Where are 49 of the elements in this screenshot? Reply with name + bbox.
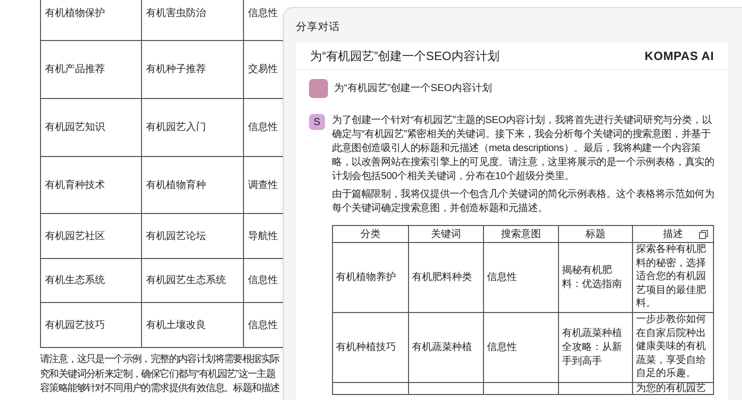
table-cell: 揭秘有机肥料：优选指南	[562, 264, 622, 290]
note-line: 容策略能够针对不同用户的需求提供有效信息。标题和描述	[40, 383, 280, 394]
note-line: 究和关键词分析来定制，确保它们都与“有机园艺”这一主题	[40, 368, 276, 380]
table-cell: 有机园艺生态系统	[146, 275, 226, 286]
table-cell: 信息性	[487, 272, 517, 282]
table-cell: 有机园艺论坛	[146, 230, 206, 242]
table-cell: 有机产品推荐	[45, 64, 105, 75]
table-cell: 有机种子推荐	[146, 64, 206, 75]
table-cell: 信息性	[248, 122, 278, 133]
table-cell: 信息性	[248, 8, 278, 19]
assistant-avatar: S	[309, 114, 325, 130]
column-header: 搜索意图	[501, 228, 541, 240]
table-cell: 信息性	[248, 275, 278, 286]
dialog-title: 分享对话	[296, 21, 340, 33]
table-cell: 有机育种技术	[45, 180, 105, 190]
table-cell: 有机种植技巧	[336, 342, 396, 352]
column-header: 标题	[586, 228, 606, 240]
brand-logo: KOMPAS AI	[644, 48, 714, 65]
table-cell: 有机园艺社区	[45, 230, 105, 242]
table-cell: 有机植物育种	[146, 180, 206, 190]
user-avatar	[309, 79, 328, 98]
table-cell: 有机园艺知识	[45, 122, 105, 133]
table-cell: 有机肥料种类	[412, 272, 472, 282]
table-cell: 有机蔬菜种植	[412, 342, 472, 352]
user-message: 为“有机园艺”创建一个SEO内容计划	[334, 82, 492, 96]
message-paragraph: 由于篇幅限制，我将仅提供一个包含几个关键词的简化示例表格。这个表格将示范如何为每个关键词确定搜索意图，并创造标题和元描述。	[332, 188, 715, 216]
table-cell: 有机蔬菜种植全攻略：从新手到高手	[562, 328, 622, 366]
column-header: 分类	[360, 228, 380, 240]
table-cell: 有机生态系统	[45, 275, 105, 286]
copy-icon[interactable]	[699, 230, 708, 239]
table-cell: 有机植物养护	[336, 272, 396, 282]
table-cell: 一步步教你如何在自家后院种出健康美味的有机蔬菜，享受自给自足的乐趣。	[636, 314, 706, 379]
note-line: 请注意，这只是一个示例，完整的内容计划将需要根据实际	[40, 354, 280, 365]
message-paragraph: 为了创建一个针对“有机园艺”主题的SEO内容计划，我将首先进行关键词研究与分类，以确定与“有机园艺”紧密相关的关键词。接下来，我会分析每个关键词的搜索意图，并基于此意图创造吸引人的标题和元描述（meta descriptions）。最后，我将构建一个内容策略，以改善网站在搜索引擎上的可见度。请注意，这里将展示的是一个示例表格，真实的计划会包括500个相关关键词，分布在10个超级分类里。	[332, 114, 715, 184]
card-title: 为“有机园艺”创建一个SEO内容计划	[310, 48, 500, 65]
table-cell: 有机土壤改良	[146, 320, 206, 330]
column-header: 关键词	[431, 228, 461, 240]
table-cell: 有机害虫防治	[146, 8, 206, 19]
table-cell: 信息性	[248, 320, 278, 330]
table-cell: 导航性	[248, 230, 278, 242]
table-cell: 有机植物保护	[45, 8, 105, 19]
table-cell: 交易性	[248, 64, 278, 75]
table-cell: 为您的有机园艺	[636, 383, 706, 394]
table-cell: 有机园艺入门	[146, 122, 206, 133]
table-cell: 信息性	[487, 342, 517, 352]
table-cell: 调查性	[248, 180, 278, 190]
table-cell: 有机园艺技巧	[45, 320, 105, 330]
table-cell: 探索各种有机肥料的秘密，选择适合您的有机园艺项目的最佳肥料。	[636, 244, 706, 309]
column-header: 描述	[663, 228, 683, 240]
